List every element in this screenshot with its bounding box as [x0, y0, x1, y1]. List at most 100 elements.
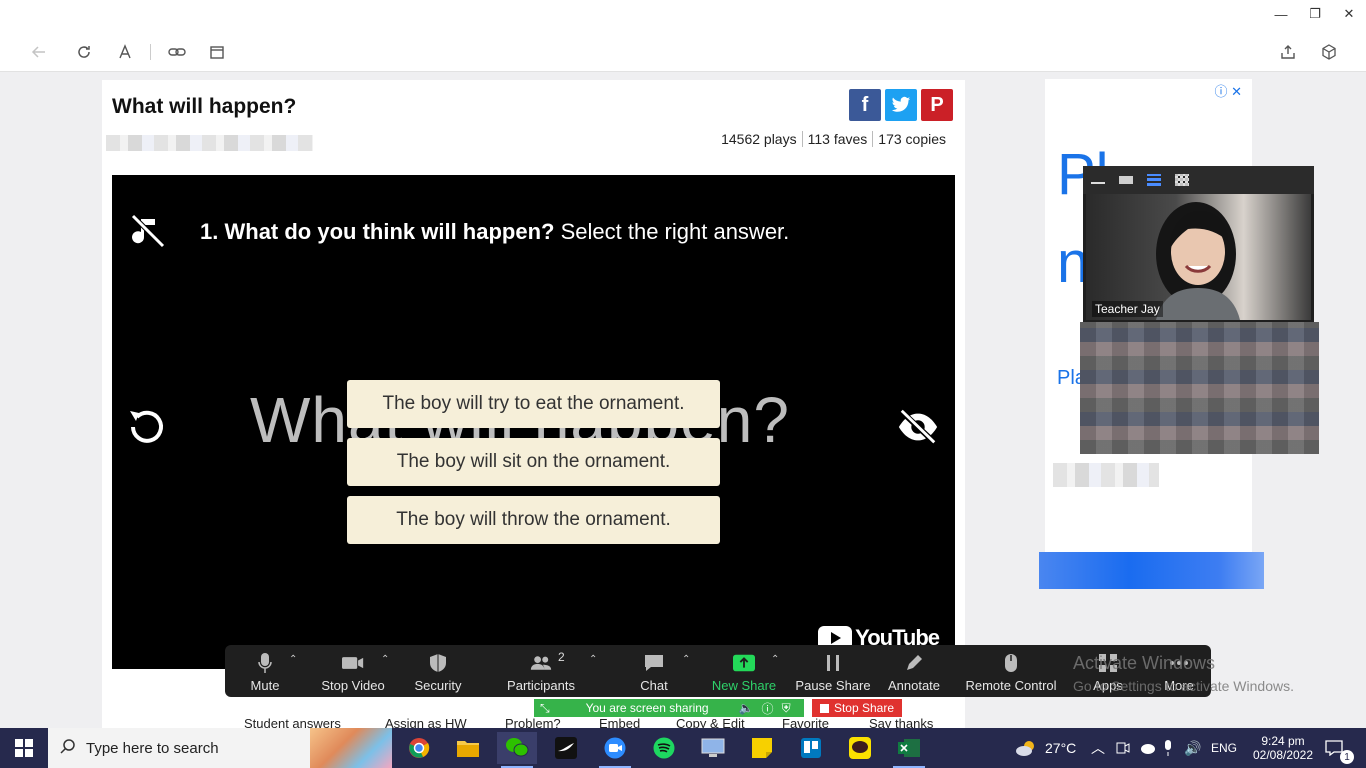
- stop-share-button[interactable]: Stop Share: [812, 699, 902, 717]
- speaker-view-icon[interactable]: [1147, 174, 1161, 186]
- mute-button[interactable]: Mute: [247, 645, 283, 697]
- question-number: 1.: [200, 219, 219, 244]
- browser-toolbar: [0, 30, 1366, 72]
- sticky-notes-icon[interactable]: [742, 732, 782, 764]
- volume-icon[interactable]: 🔊: [1184, 728, 1201, 768]
- chat-options-chevron-icon[interactable]: ⌃: [682, 654, 690, 665]
- page-title: What will happen?: [112, 95, 297, 118]
- chat-label: Chat: [640, 678, 668, 693]
- new-share-button[interactable]: New Share: [711, 645, 777, 697]
- reader-text-icon[interactable]: [114, 41, 136, 63]
- faves-count: 113 faves: [801, 131, 873, 147]
- taskbar-search-box[interactable]: Type here to search: [48, 728, 392, 768]
- zoom-app-icon[interactable]: [595, 732, 635, 768]
- onedrive-cloud-icon[interactable]: [1138, 728, 1156, 768]
- teacher-video-feed: Teacher Jay: [1086, 194, 1311, 320]
- annotate-button[interactable]: Annotate: [888, 645, 940, 697]
- answer-option-2[interactable]: The boy will sit on the ornament.: [347, 438, 720, 486]
- show-hidden-icons-chevron-icon[interactable]: ︿: [1091, 728, 1105, 768]
- toolbar-divider: [150, 44, 151, 60]
- question-bold: What do you think will happen?: [224, 219, 555, 244]
- search-icon: [60, 738, 76, 758]
- start-windows-icon[interactable]: [4, 732, 44, 764]
- activity-page: What will happen? f P 14562 plays 113 fa…: [102, 80, 965, 731]
- stop-video-button[interactable]: Stop Video: [321, 645, 385, 697]
- windows-taskbar: Type here to search 27°C ︿ 🔊 ENG 9:24 pm…: [0, 728, 1366, 768]
- back-arrow-icon[interactable]: [28, 41, 50, 63]
- twitter-icon: [891, 96, 911, 112]
- spotify-icon[interactable]: [644, 732, 684, 764]
- video-quiz-player[interactable]: 1. What do you think will happen? Select…: [112, 175, 955, 669]
- twitter-share-button[interactable]: [885, 89, 917, 121]
- speaker-icon: 🔈: [738, 701, 754, 715]
- screen-sharing-banner[interactable]: ⤡ You are screen sharing 🔈 ⓘ ⛨: [534, 699, 804, 717]
- pinterest-share-button[interactable]: P: [921, 89, 953, 121]
- gallery-view-icon[interactable]: [1175, 174, 1189, 186]
- stop-share-label: Stop Share: [833, 701, 895, 715]
- chat-bubble-icon: [643, 652, 665, 674]
- answer-option-1[interactable]: The boy will try to eat the ornament.: [347, 380, 720, 428]
- stop-video-label: Stop Video: [321, 678, 385, 693]
- activate-windows-title: Activate Windows: [1073, 653, 1216, 673]
- zoom-video-panel[interactable]: Teacher Jay: [1083, 166, 1314, 322]
- remote-desktop-icon[interactable]: [693, 732, 733, 764]
- facebook-share-button[interactable]: f: [849, 89, 881, 121]
- close-window-button[interactable]: ✕: [1338, 4, 1360, 24]
- copies-count: 173 copies: [872, 131, 951, 147]
- hide-eye-icon[interactable]: [896, 405, 940, 449]
- blurred-ad-text: [1053, 463, 1159, 487]
- activate-windows-subtitle: Go to Settings to activate Windows.: [1073, 678, 1294, 694]
- minimize-button[interactable]: —: [1270, 4, 1292, 24]
- browser-title-bar: — ❐ ✕: [0, 0, 1366, 30]
- share-options-chevron-icon[interactable]: ⌃: [771, 654, 779, 665]
- ad-info-close-icon[interactable]: ⓘ ✕: [1214, 81, 1242, 100]
- share-icon[interactable]: [1277, 41, 1299, 63]
- mute-music-icon[interactable]: [126, 209, 170, 253]
- refresh-icon[interactable]: [73, 41, 95, 63]
- microphone-tray-icon[interactable]: [1163, 728, 1173, 768]
- mute-label: Mute: [250, 678, 280, 693]
- restore-button[interactable]: ❐: [1304, 4, 1326, 24]
- chrome-icon[interactable]: [399, 732, 439, 764]
- wechat-icon[interactable]: [497, 732, 537, 768]
- clock[interactable]: 9:24 pm 02/08/2022: [1246, 728, 1320, 768]
- facebook-icon: f: [861, 93, 869, 116]
- clock-date: 02/08/2022: [1252, 748, 1314, 762]
- replay-icon[interactable]: [124, 403, 168, 447]
- app-bird-icon[interactable]: [546, 732, 586, 764]
- kakaotalk-icon[interactable]: [840, 732, 880, 764]
- ad-cta-button[interactable]: [1039, 552, 1264, 589]
- trello-icon[interactable]: [791, 732, 831, 764]
- drag-handle-icon[interactable]: ⤡: [540, 701, 550, 716]
- mute-options-chevron-icon[interactable]: ⌃: [289, 654, 297, 665]
- new-share-label: New Share: [711, 678, 777, 693]
- pause-share-button[interactable]: Pause Share: [795, 645, 871, 697]
- temperature-label: 27°C: [1045, 740, 1077, 756]
- activate-windows-watermark: Activate Windows Go to Settings to activ…: [1073, 653, 1294, 694]
- language-indicator[interactable]: ENG: [1211, 728, 1237, 768]
- weather-widget[interactable]: 27°C: [1015, 728, 1076, 768]
- minimize-view-icon[interactable]: [1091, 176, 1105, 184]
- participants-options-chevron-icon[interactable]: ⌃: [589, 654, 597, 665]
- teacher-name-label: Teacher Jay: [1092, 301, 1163, 317]
- shield-icon: [427, 652, 449, 674]
- cube-extension-icon[interactable]: [1318, 41, 1340, 63]
- file-explorer-icon[interactable]: [448, 732, 488, 764]
- pause-icon: [822, 652, 844, 674]
- link-icon[interactable]: [166, 41, 188, 63]
- notification-center-icon[interactable]: 1: [1325, 728, 1354, 768]
- tab-window-icon[interactable]: [206, 41, 228, 63]
- meet-now-icon[interactable]: [1116, 728, 1130, 768]
- stop-square-icon: [819, 703, 829, 713]
- video-options-chevron-icon[interactable]: ⌃: [381, 654, 389, 665]
- single-view-icon[interactable]: [1119, 176, 1133, 184]
- chat-button[interactable]: Chat: [640, 645, 668, 697]
- weather-cloud-icon: [1016, 741, 1034, 756]
- answer-option-3[interactable]: The boy will throw the ornament.: [347, 496, 720, 544]
- question-instruction: Select the right answer.: [560, 219, 790, 244]
- participants-icon: [530, 652, 552, 674]
- security-button[interactable]: Security: [413, 645, 463, 697]
- remote-control-button[interactable]: Remote Control: [965, 645, 1057, 697]
- excel-icon[interactable]: [889, 732, 929, 768]
- info-icon[interactable]: ⓘ: [762, 700, 774, 717]
